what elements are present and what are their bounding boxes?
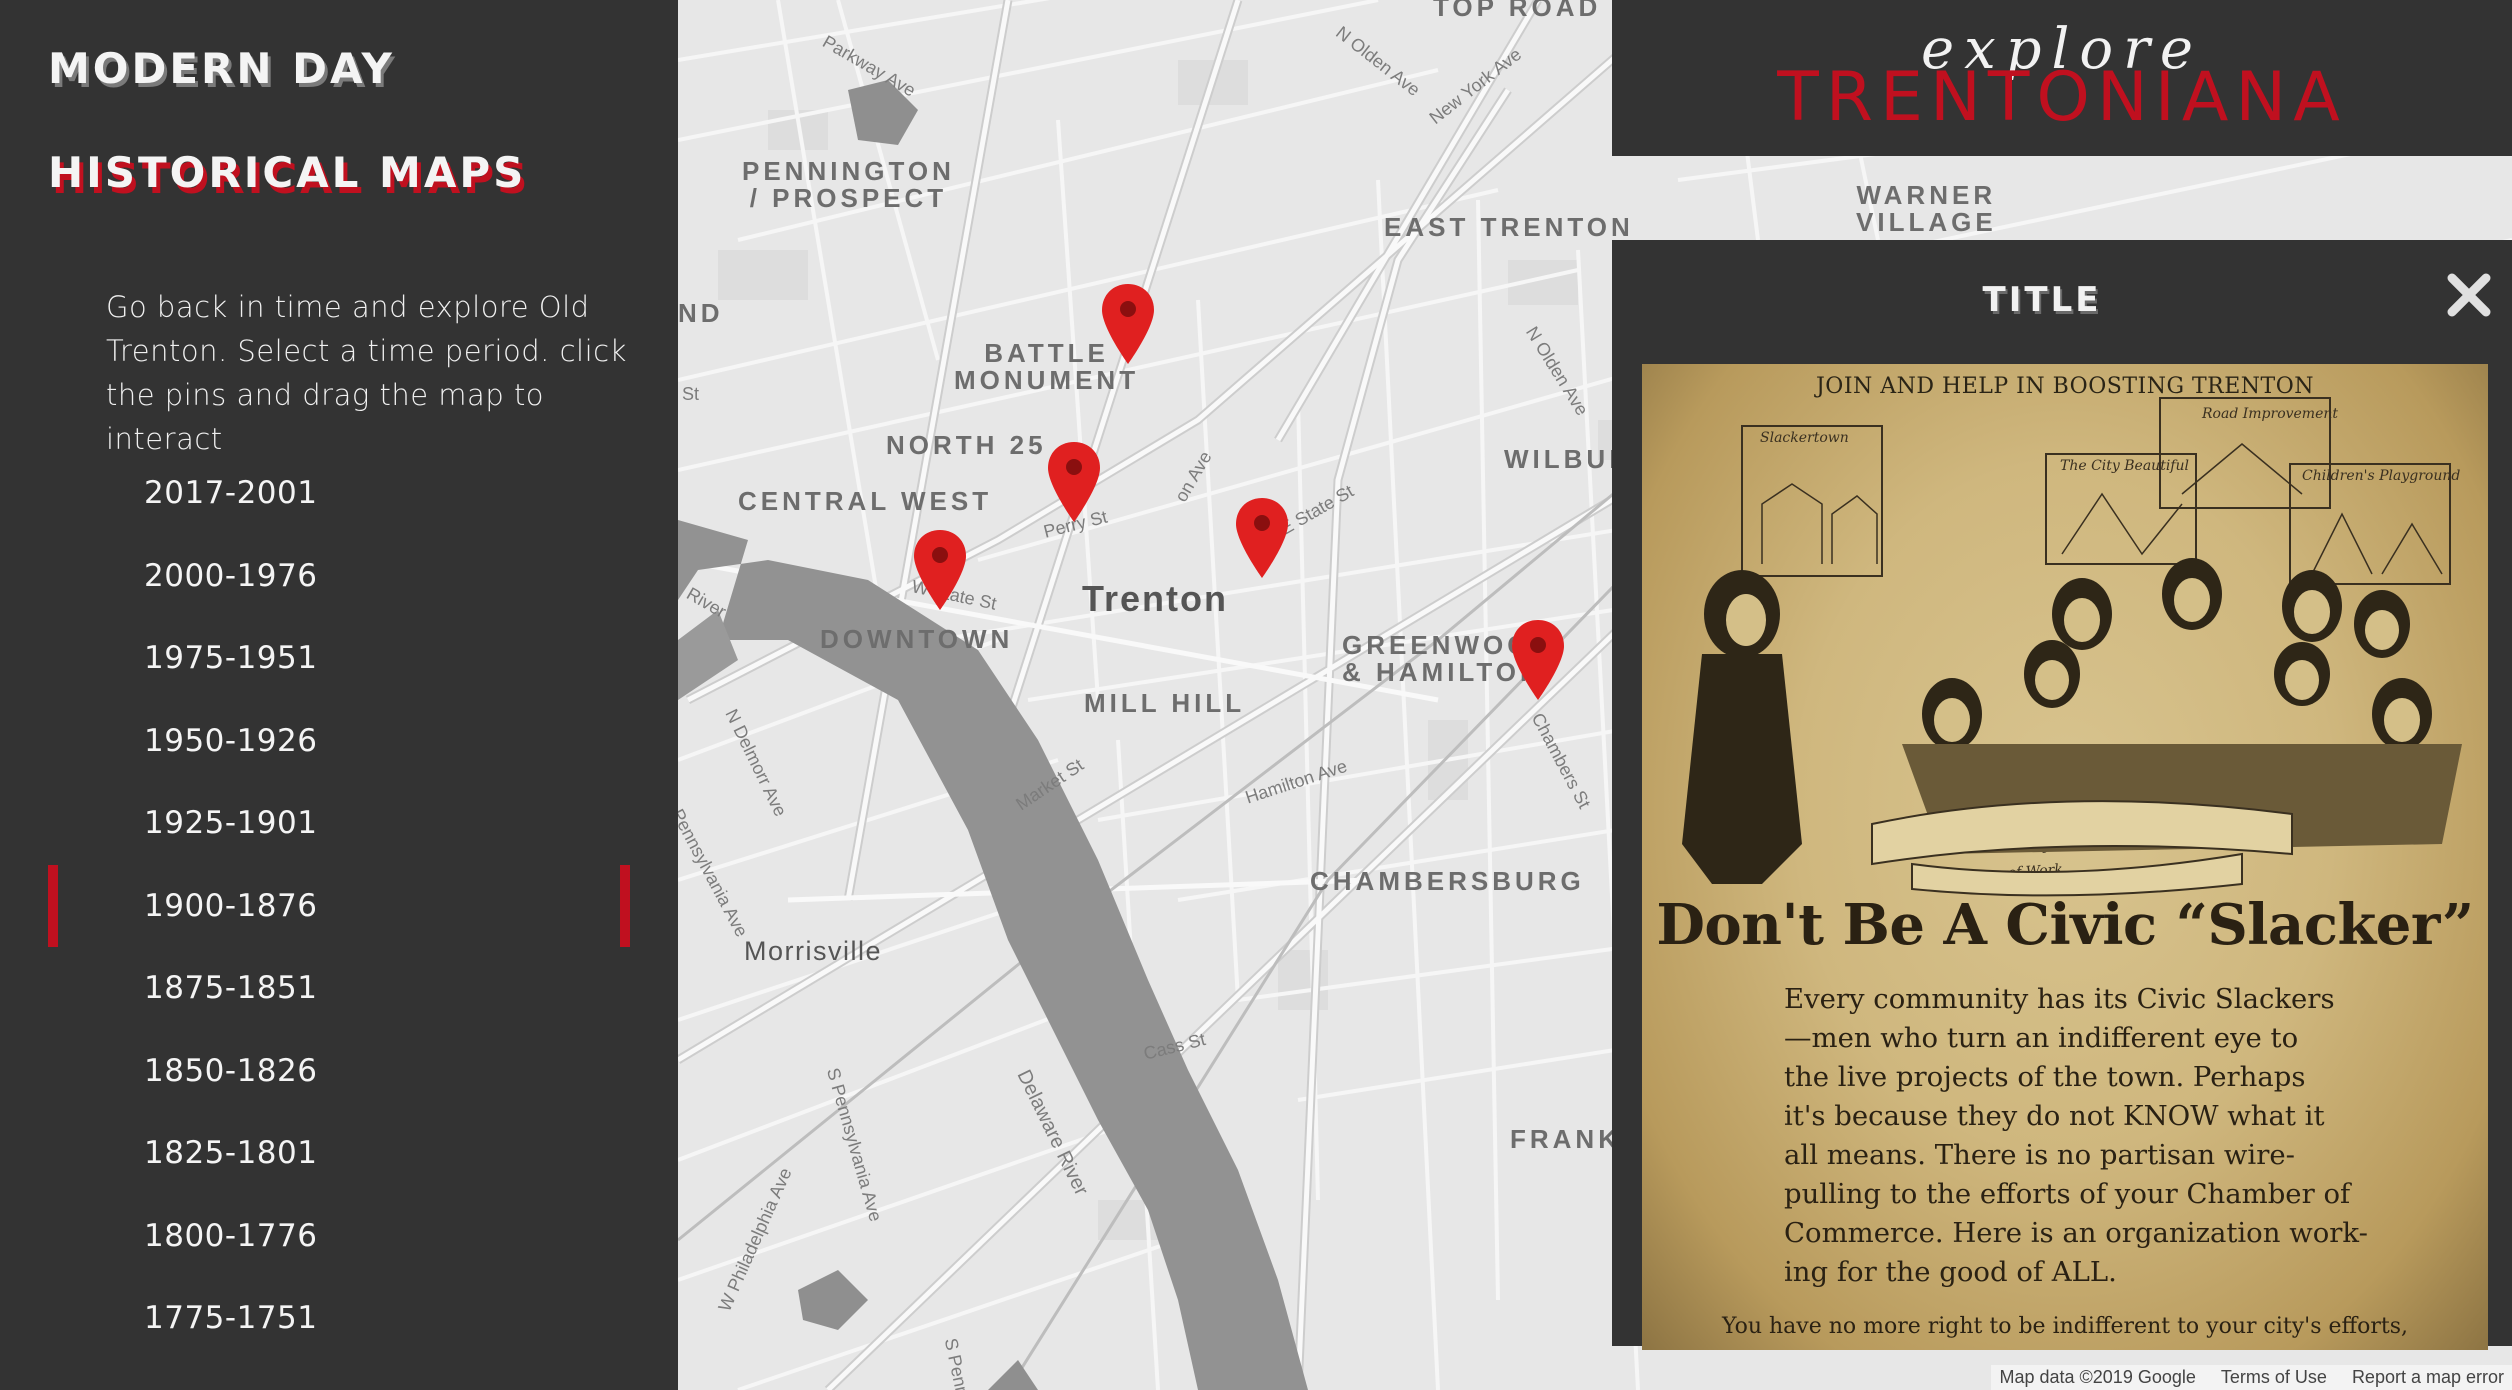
time-period-label: 1825-1801 bbox=[144, 1135, 318, 1171]
sketch-label: Slackertown bbox=[1760, 430, 1849, 446]
time-period-item[interactable]: 1875-1851 bbox=[0, 959, 678, 1042]
map-pin[interactable] bbox=[1236, 498, 1288, 578]
clipping-body: Every community has its Civic Slackers —m… bbox=[1784, 980, 2384, 1292]
map-label-pennington: PENNINGTON / PROSPECT bbox=[742, 156, 955, 213]
time-period-item[interactable]: 1975-1951 bbox=[0, 629, 678, 712]
street-label-st: St bbox=[682, 384, 700, 404]
close-icon bbox=[2447, 273, 2491, 317]
time-period-list: 2017-2001 2000-1976 1975-1951 1950-1926 1925… bbox=[0, 464, 678, 1372]
newspaper-clipping-image: JOIN AND HELP IN BOOSTING TRENTON Slacke… bbox=[1642, 364, 2488, 1350]
time-period-item[interactable]: 1775-1751 bbox=[0, 1289, 678, 1372]
sketch-label: Children's Playground bbox=[2302, 468, 2460, 484]
clipping-body-line: it's because they do not KNOW what it bbox=[1784, 1100, 2325, 1132]
clipping-body-line: pulling to the efforts of your Chamber o… bbox=[1784, 1178, 2351, 1210]
map-label-trenton: Trenton bbox=[1082, 578, 1228, 619]
map-label-east-trenton: EAST TRENTON bbox=[1384, 212, 1634, 242]
brand-name-text: TRENTONIANA bbox=[1777, 58, 2347, 137]
map-label-morrisville: Morrisville bbox=[744, 936, 882, 966]
map-data-credit: Map data ©2019 Google bbox=[1999, 1367, 2196, 1387]
clipping-body-line: Commerce. Here is an organization work- bbox=[1784, 1217, 2368, 1249]
map-pin[interactable] bbox=[1102, 284, 1154, 364]
sidebar-intro: Go back in time and explore Old Trenton.… bbox=[106, 290, 627, 456]
map-label-mill-hill: MILL HILL bbox=[1084, 688, 1246, 718]
time-period-label: 2000-1976 bbox=[144, 557, 318, 594]
time-period-label: 1850-1826 bbox=[144, 1052, 318, 1089]
time-period-label: 1900-1876 bbox=[144, 887, 318, 924]
map-pin[interactable] bbox=[1512, 620, 1564, 700]
panel-close-button[interactable] bbox=[2446, 272, 2492, 318]
clipping-illustration: Slackertown Road Improvement The City Beau… bbox=[1682, 397, 2462, 897]
map-pin-icon bbox=[1236, 498, 1288, 578]
clipping-footer: You have no more right to be indifferent… bbox=[1721, 1314, 2409, 1339]
sidebar: MODERN DAY HISTORICAL MAPS Go back in ti… bbox=[0, 0, 678, 1390]
map-label-top-road: TOP ROAD bbox=[1433, 0, 1602, 22]
time-period-label: 1925-1901 bbox=[144, 805, 318, 841]
clipping-body-line: —men who turn an indifferent eye to bbox=[1784, 1022, 2299, 1054]
active-indicator-left bbox=[48, 864, 58, 947]
clipping-body-line: the live projects of the town. Perhaps bbox=[1784, 1061, 2306, 1093]
map-pin-icon bbox=[914, 530, 966, 610]
clipping-body-line: ing for the good of ALL. bbox=[1784, 1256, 2117, 1288]
clipping-body-line: Every community has its Civic Slackers bbox=[1784, 983, 2335, 1015]
time-period-item[interactable]: 1800-1776 bbox=[0, 1207, 678, 1290]
report-map-error-link[interactable]: Report a map error bbox=[2352, 1367, 2504, 1387]
sidebar-title-historical-maps: HISTORICAL MAPS bbox=[48, 148, 527, 197]
map-label-central-west: CENTRAL WEST bbox=[738, 486, 993, 516]
map-label-downtown: DOWNTOWN bbox=[820, 624, 1014, 654]
time-period-item[interactable]: 1900-1876 bbox=[0, 864, 678, 960]
panel-title: TITLE bbox=[1982, 280, 2102, 320]
time-period-item[interactable]: 2000-1976 bbox=[0, 547, 678, 630]
clipping-headline: Don't Be A Civic “Slacker” bbox=[1656, 892, 2474, 958]
time-period-label: 1950-1926 bbox=[144, 722, 318, 759]
map-pin[interactable] bbox=[914, 530, 966, 610]
map-pin-icon bbox=[1512, 620, 1564, 700]
map-pin-icon bbox=[1048, 442, 1100, 522]
time-period-item[interactable]: 1925-1901 bbox=[0, 794, 678, 877]
brand-logo: explore TRENTONIANA bbox=[1612, 0, 2512, 156]
active-indicator-right bbox=[620, 864, 630, 947]
time-period-label: 1875-1851 bbox=[144, 970, 318, 1006]
time-period-item[interactable]: 2017-2001 bbox=[0, 464, 678, 547]
time-period-item[interactable]: 1850-1826 bbox=[0, 1042, 678, 1125]
time-period-item[interactable]: 1950-1926 bbox=[0, 712, 678, 795]
map-attribution: Map data ©2019 Google Terms of Use Repor… bbox=[1991, 1365, 2512, 1390]
terms-of-use-link[interactable]: Terms of Use bbox=[2221, 1367, 2327, 1387]
clipping-body-line: all means. There is no partisan wire- bbox=[1784, 1139, 2295, 1171]
map-label-nd: ND bbox=[678, 298, 724, 328]
time-period-label: 1775-1751 bbox=[144, 1300, 318, 1336]
sketch-label: The City Beautiful bbox=[2060, 458, 2189, 474]
time-period-label: 1800-1776 bbox=[144, 1217, 318, 1254]
map-label-chambersburg: CHAMBERSBURG bbox=[1310, 866, 1585, 896]
sketch-label: Road Improvement bbox=[2201, 406, 2338, 422]
map-label-warner-village: WARNER VILLAGE bbox=[1856, 180, 1997, 237]
map-label-north-25: NORTH 25 bbox=[886, 430, 1047, 460]
map-pin[interactable] bbox=[1048, 442, 1100, 522]
time-period-label: 2017-2001 bbox=[144, 475, 318, 511]
info-panel: TITLE JOIN AND HELP IN BOOSTING TRENTON … bbox=[1612, 240, 2512, 1350]
map-pin-icon bbox=[1102, 284, 1154, 364]
sidebar-title-modern-day: MODERN DAY bbox=[48, 44, 395, 93]
time-period-item[interactable]: 1825-1801 bbox=[0, 1124, 678, 1207]
time-period-label: 1975-1951 bbox=[144, 640, 318, 676]
